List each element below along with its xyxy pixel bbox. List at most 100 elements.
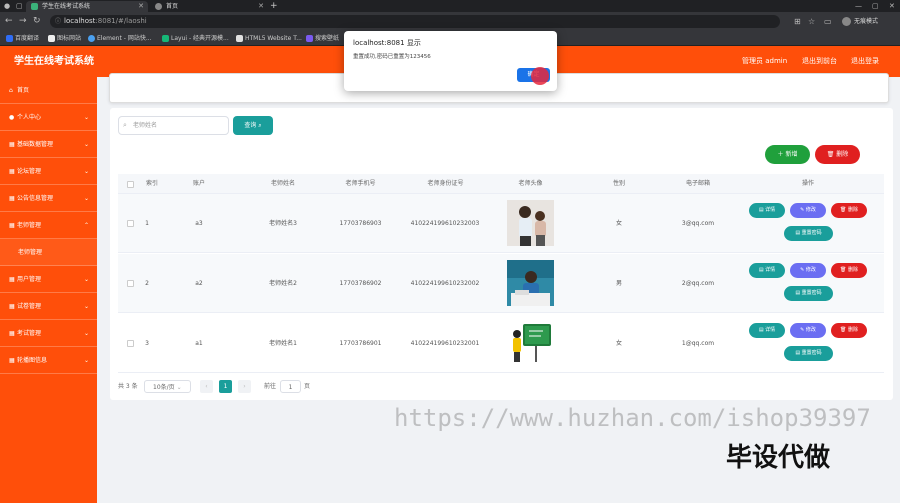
cell-gender: 女 <box>615 220 622 227</box>
chevron-down-icon: ⌄ <box>83 303 89 310</box>
cell-email: 3@qq.com <box>681 220 715 227</box>
edit-button[interactable]: ✎ 修改 <box>790 323 826 338</box>
sidebar-item-label: 个人中心 <box>17 114 42 121</box>
batch-delete-button[interactable]: 🗑 删除 <box>815 145 860 164</box>
watermark-text: 毕设代做 <box>726 443 831 473</box>
new-tab-icon[interactable]: + <box>270 0 278 12</box>
bookmark-item[interactable]: HTML5 Website T... <box>236 31 302 46</box>
close-tab-icon[interactable]: ✕ <box>138 1 144 12</box>
tab-home[interactable]: 首页 ✕ <box>150 1 268 12</box>
vue-favicon-icon <box>31 3 38 10</box>
detail-button[interactable]: ▤ 详情 <box>749 203 785 218</box>
goto-page-input[interactable]: 1 <box>280 380 301 393</box>
delete-button-label: 删除 <box>836 151 849 158</box>
translate-icon[interactable]: ⊞ <box>794 15 801 28</box>
detail-button[interactable]: ▤ 详情 <box>749 263 785 278</box>
bookmark-item[interactable]: 图标网站 <box>48 31 81 46</box>
chevron-down-icon: ⌄ <box>83 114 89 121</box>
delete-row-button[interactable]: 🗑 删除 <box>831 203 867 218</box>
sidebar-item-teacher[interactable]: ▦ 老师管理 ⌃ <box>0 212 97 239</box>
row-checkbox[interactable] <box>127 340 134 347</box>
next-page-button[interactable]: › <box>238 380 251 393</box>
delete-label: 删除 <box>847 267 858 273</box>
search-icon: ⌕ <box>258 122 262 129</box>
doc-icon: ▤ <box>795 230 801 236</box>
close-window-icon[interactable]: ✕ <box>889 0 895 12</box>
teacher-name-search-input[interactable]: ⌕ 老师姓名 <box>118 116 229 135</box>
home-icon: ⌂ <box>9 87 13 94</box>
bookmark-item[interactable]: 搜索壁纸 <box>306 31 339 46</box>
bookmark-star-icon[interactable]: ☆ <box>808 15 815 28</box>
sidebar-item-label: 考试管理 <box>17 330 42 337</box>
sidepanel-icon[interactable]: ▭ <box>824 15 832 28</box>
sidebar-item-label: 轮播图信息 <box>17 357 48 364</box>
sidebar-item-profile[interactable]: ● 个人中心 ⌄ <box>0 104 97 131</box>
grid-icon: ▦ <box>9 195 15 202</box>
sidebar-item-notice[interactable]: ▦ 公告信息管理 ⌄ <box>0 185 97 212</box>
table-row: 2 a2 老师姓名2 17703786902 41022419961023200… <box>118 254 884 313</box>
incognito-profile[interactable]: 无痕模式 <box>842 15 878 28</box>
delete-row-button[interactable]: 🗑 删除 <box>831 263 867 278</box>
sidebar-item-home[interactable]: ⌂ 首页 <box>0 77 97 104</box>
edit-button[interactable]: ✎ 修改 <box>790 203 826 218</box>
sidebar-item-label: 老师管理 <box>18 249 43 256</box>
teacher-avatar-image <box>507 260 554 306</box>
bookmark-item[interactable]: Element - 网站快... <box>88 31 152 46</box>
bookmark-item[interactable]: Layui - 经典开源模... <box>162 31 229 46</box>
delete-row-button[interactable]: 🗑 删除 <box>831 323 867 338</box>
watermark-url: https://www.huzhan.com/ishop39397 <box>394 404 871 432</box>
url-input[interactable]: ⓘ localhost:8081/#/laoshi <box>50 15 780 28</box>
pencil-icon: ✎ <box>800 207 805 213</box>
doc-icon: ▤ <box>795 290 801 296</box>
reset-password-button[interactable]: ▤ 重置密码 <box>784 286 833 301</box>
search-button[interactable]: 查询 ⌕ <box>233 116 273 135</box>
cell-gender: 女 <box>615 340 622 347</box>
tab-exam-system[interactable]: 学生在线考试系统 ✕ <box>26 1 148 12</box>
reset-password-button[interactable]: ▤ 重置密码 <box>784 226 833 241</box>
forward-icon[interactable]: → <box>19 15 27 28</box>
row-checkbox[interactable] <box>127 280 134 287</box>
tab-search-icon[interactable]: ▢ <box>16 0 23 12</box>
reload-icon[interactable]: ↻ <box>33 15 41 28</box>
trash-icon: 🗑 <box>840 267 847 273</box>
column-header: 操作 <box>801 180 814 187</box>
column-header: 电子邮箱 <box>685 180 710 187</box>
maximize-icon[interactable]: ▢ <box>872 0 879 12</box>
page-size-select[interactable]: 10条/页 ⌄ <box>144 380 191 393</box>
bookmark-icon <box>306 35 313 42</box>
sidebar-item-base-data[interactable]: ▦ 基础数据管理 ⌄ <box>0 131 97 158</box>
chevron-down-icon: ⌄ <box>83 330 89 337</box>
page-number-current[interactable]: 1 <box>219 380 232 393</box>
edit-button[interactable]: ✎ 修改 <box>790 263 826 278</box>
sidebar-subitem-teacher[interactable]: 老师管理 <box>0 239 97 266</box>
close-tab-icon[interactable]: ✕ <box>258 1 264 12</box>
chevron-down-icon: ⌄ <box>83 195 89 202</box>
sidebar-item-forum[interactable]: ▦ 论坛管理 ⌄ <box>0 158 97 185</box>
back-icon[interactable]: ← <box>5 15 13 28</box>
cell-id-card: 410224199610232003 <box>410 220 480 227</box>
reset-password-button[interactable]: ▤ 重置密码 <box>784 346 833 361</box>
row-checkbox[interactable] <box>127 220 134 227</box>
doc-icon: ▤ <box>758 207 764 213</box>
plus-icon: ＋ <box>777 151 784 158</box>
add-button[interactable]: ＋ 新增 <box>765 145 810 164</box>
prev-page-button[interactable]: ‹ <box>200 380 213 393</box>
cell-name: 老师姓名3 <box>269 220 297 227</box>
column-header: 老师姓名 <box>270 180 295 187</box>
detail-button[interactable]: ▤ 详情 <box>749 323 785 338</box>
select-all-checkbox[interactable] <box>127 181 134 188</box>
bookmark-item[interactable]: 百度翻译 <box>6 31 39 46</box>
sidebar-item-exams[interactable]: ▦ 考试管理 ⌄ <box>0 320 97 347</box>
bookmark-label: 图标网站 <box>57 35 82 42</box>
sidebar-item-users[interactable]: ▦ 用户管理 ⌄ <box>0 266 97 293</box>
chevron-down-icon: ⌄ <box>83 357 89 364</box>
sidebar-item-label: 老师管理 <box>17 222 42 229</box>
window-menu-icon[interactable]: ● <box>4 0 10 12</box>
sidebar-item-papers[interactable]: ▦ 试卷管理 ⌄ <box>0 293 97 320</box>
cell-email: 1@qq.com <box>681 340 715 347</box>
sidebar-item-carousel[interactable]: ▦ 轮播图信息 ⌄ <box>0 347 97 374</box>
doc-icon: ▤ <box>758 267 764 273</box>
dialog-title: localhost:8081 显示 <box>353 39 421 47</box>
pencil-icon: ✎ <box>800 267 805 273</box>
minimize-icon[interactable]: — <box>855 0 862 12</box>
